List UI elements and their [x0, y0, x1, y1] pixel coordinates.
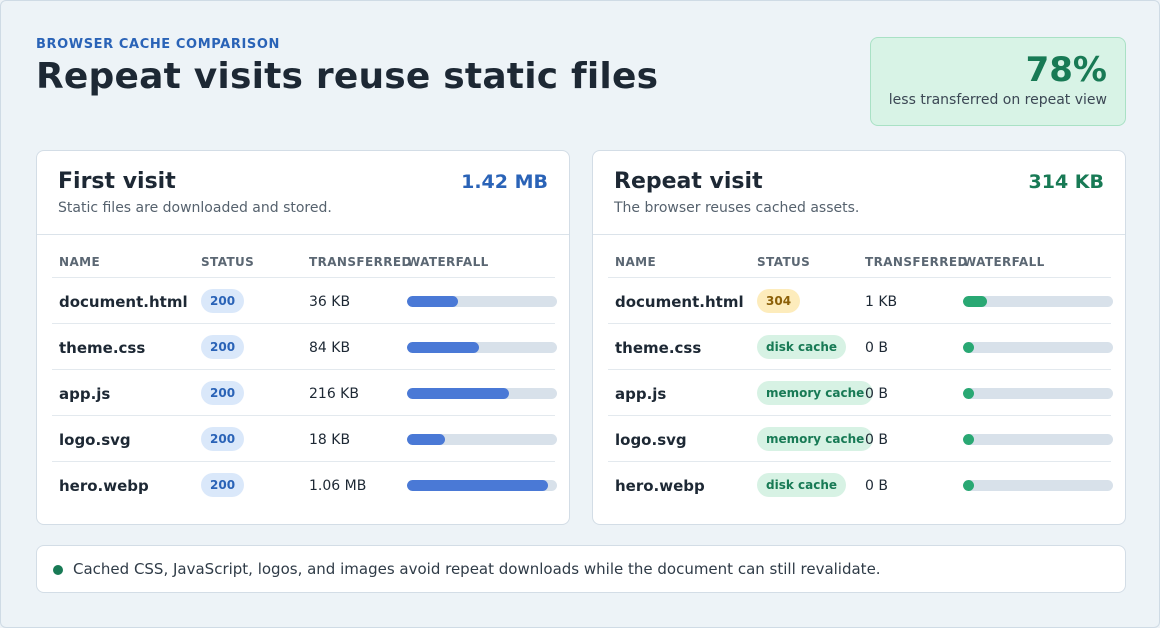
waterfall-fill — [407, 480, 548, 491]
total-transferred: 1.42 MB — [461, 171, 548, 193]
waterfall-bar — [407, 296, 557, 307]
table-row[interactable]: theme.css disk cache 0 B — [608, 324, 1113, 370]
card-title: First visit — [58, 169, 176, 194]
file-name: hero.webp — [59, 477, 149, 495]
card-header: Repeat visit The browser reuses cached a… — [593, 151, 1125, 235]
total-transferred: 314 KB — [1028, 171, 1104, 193]
table-row[interactable]: app.js memory cache 0 B — [608, 370, 1113, 416]
column-transferred-header: TRANSFERRED — [865, 255, 968, 269]
waterfall-bar — [963, 480, 1113, 491]
waterfall-fill — [963, 388, 974, 399]
table-body: document.html 200 36 KB theme.css 200 84 KB ap… — [52, 278, 557, 508]
waterfall-fill — [963, 342, 974, 353]
file-name: theme.css — [59, 339, 146, 357]
column-name-header: NAME — [59, 255, 101, 269]
note-text: Cached CSS, JavaScript, logos, and image… — [73, 560, 881, 578]
table-row[interactable]: document.html 200 36 KB — [52, 278, 557, 324]
file-name: theme.css — [615, 339, 702, 357]
file-name: logo.svg — [59, 431, 131, 449]
status-badge: memory cache — [757, 427, 874, 451]
table-row[interactable]: hero.webp 200 1.06 MB — [52, 462, 557, 508]
transferred-size: 0 B — [865, 478, 888, 494]
column-status-header: STATUS — [757, 255, 811, 269]
column-waterfall-header: WATERFALL — [963, 255, 1045, 269]
table-row[interactable]: document.html 304 1 KB — [608, 278, 1113, 324]
status-badge: 200 — [201, 427, 245, 451]
transferred-size: 1.06 MB — [309, 478, 367, 494]
table-row[interactable]: logo.svg 200 18 KB — [52, 416, 557, 462]
request-table: NAME STATUS TRANSFERRED WATERFALL docume… — [608, 243, 1113, 508]
table-row[interactable]: hero.webp disk cache 0 B — [608, 462, 1113, 508]
status-badge: 200 — [201, 473, 245, 497]
transferred-size: 84 KB — [309, 340, 351, 356]
transferred-size: 36 KB — [309, 294, 351, 310]
savings-caption: less transferred on repeat view — [888, 92, 1107, 108]
request-table: NAME STATUS TRANSFERRED WATERFALL docume… — [52, 243, 557, 508]
waterfall-fill — [963, 480, 974, 491]
waterfall-fill — [963, 434, 974, 445]
table-row[interactable]: app.js 200 216 KB — [52, 370, 557, 416]
file-name: document.html — [59, 293, 188, 311]
savings-stat-card: 78% less transferred on repeat view — [870, 37, 1126, 126]
column-status-header: STATUS — [201, 255, 255, 269]
status-badge: 304 — [757, 289, 801, 313]
file-name: app.js — [59, 385, 111, 403]
status-badge: disk cache — [757, 335, 847, 359]
column-transferred-header: TRANSFERRED — [309, 255, 412, 269]
repeat-visit-card: Repeat visit The browser reuses cached a… — [592, 150, 1126, 525]
waterfall-fill — [407, 296, 458, 307]
file-name: document.html — [615, 293, 744, 311]
card-title: Repeat visit — [614, 169, 763, 194]
card-subtitle: Static files are downloaded and stored. — [58, 200, 332, 216]
transferred-size: 0 B — [865, 432, 888, 448]
transferred-size: 1 KB — [865, 294, 898, 310]
waterfall-bar — [963, 434, 1113, 445]
waterfall-fill — [407, 388, 509, 399]
table-row[interactable]: theme.css 200 84 KB — [52, 324, 557, 370]
card-header: First visit Static files are downloaded … — [37, 151, 569, 235]
waterfall-bar — [407, 388, 557, 399]
card-subtitle: The browser reuses cached assets. — [614, 200, 860, 216]
waterfall-fill — [963, 296, 987, 307]
file-name: app.js — [615, 385, 667, 403]
table-row[interactable]: logo.svg memory cache 0 B — [608, 416, 1113, 462]
status-badge: disk cache — [757, 473, 847, 497]
waterfall-bar — [407, 434, 557, 445]
savings-percent: 78% — [1025, 50, 1107, 90]
waterfall-fill — [407, 342, 479, 353]
waterfall-fill — [407, 434, 445, 445]
waterfall-bar — [963, 342, 1113, 353]
waterfall-bar — [963, 388, 1113, 399]
transferred-size: 0 B — [865, 386, 888, 402]
file-name: hero.webp — [615, 477, 705, 495]
table-header: NAME STATUS TRANSFERRED WATERFALL — [608, 243, 1111, 278]
status-dot-icon — [53, 565, 63, 575]
page-frame: BROWSER CACHE COMPARISON Repeat visits r… — [0, 0, 1160, 628]
file-name: logo.svg — [615, 431, 687, 449]
table-body: document.html 304 1 KB theme.css disk cache 0… — [608, 278, 1113, 508]
waterfall-bar — [963, 296, 1113, 307]
waterfall-bar — [407, 342, 557, 353]
status-badge: 200 — [201, 289, 245, 313]
column-waterfall-header: WATERFALL — [407, 255, 489, 269]
transferred-size: 216 KB — [309, 386, 359, 402]
first-visit-card: First visit Static files are downloaded … — [36, 150, 570, 525]
info-note: Cached CSS, JavaScript, logos, and image… — [36, 545, 1126, 593]
status-badge: 200 — [201, 381, 245, 405]
eyebrow-label: BROWSER CACHE COMPARISON — [36, 37, 280, 52]
status-badge: 200 — [201, 335, 245, 359]
status-badge: memory cache — [757, 381, 874, 405]
transferred-size: 0 B — [865, 340, 888, 356]
waterfall-bar — [407, 480, 557, 491]
transferred-size: 18 KB — [309, 432, 351, 448]
table-header: NAME STATUS TRANSFERRED WATERFALL — [52, 243, 555, 278]
column-name-header: NAME — [615, 255, 657, 269]
page-title: Repeat visits reuse static files — [36, 56, 659, 97]
